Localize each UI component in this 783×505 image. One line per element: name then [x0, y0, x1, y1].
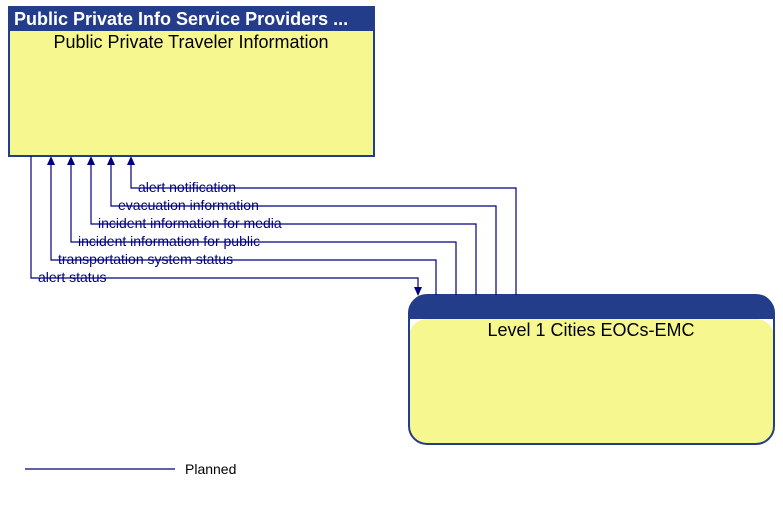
top-box-body: Public Private Traveler Information [53, 32, 328, 52]
node-level1-cities-eocs-emc: Level 1 Cities EOCs-EMC [409, 295, 774, 444]
bottom-box-body: Level 1 Cities EOCs-EMC [487, 320, 694, 340]
architecture-diagram: Public Private Info Service Providers ..… [0, 0, 783, 505]
top-box-header: Public Private Info Service Providers ..… [14, 9, 348, 29]
legend: Planned [25, 461, 236, 477]
flow-label-alert-notification: alert notification [138, 179, 236, 195]
flow-label-evacuation-information: evacuation information [118, 197, 259, 213]
flow-label-transportation-system-status: transportation system status [58, 251, 233, 267]
flow-label-alert-status: alert status [38, 269, 106, 285]
flow-label-incident-information-for-media: incident information for media [98, 215, 282, 231]
flow-label-incident-information-for-public: incident information for public [78, 233, 260, 249]
legend-planned-label: Planned [185, 461, 236, 477]
flow-incident-information-for-media: incident information for media [87, 156, 476, 295]
node-public-private-traveler-information: Public Private Info Service Providers ..… [9, 7, 374, 156]
